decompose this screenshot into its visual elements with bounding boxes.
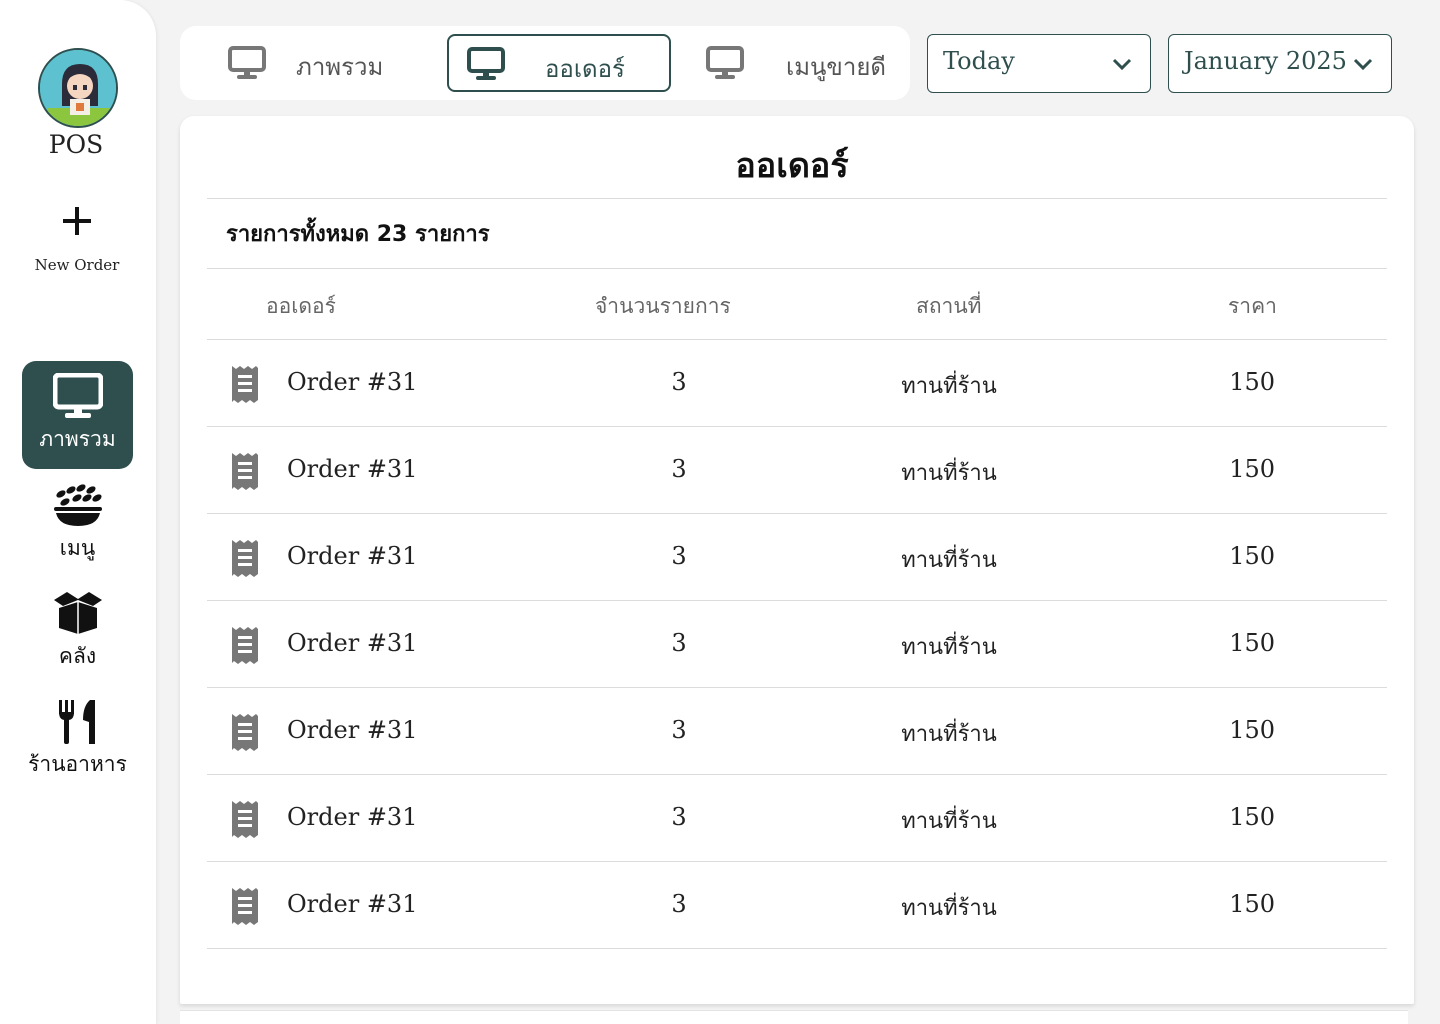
order-price: 150 [1229,803,1275,831]
range-select-value: Today [943,47,1015,75]
dining-place: ทานที่ร้าน [901,635,997,660]
divider [207,268,1387,269]
chevron-down-icon [1112,58,1132,71]
orders-card: ออเดอร์ รายการทั้งหมด 23 รายการ ออเดอร์ … [180,116,1414,1004]
brand-name: POS [48,130,104,159]
orders-summary: รายการทั้งหมด 23 รายการ [226,222,490,247]
sidebar-item-label: เมนู [59,536,96,560]
table-row[interactable]: Order #31 3 ทานที่ร้าน 150 [207,862,1387,949]
item-count: 3 [671,629,687,657]
tab-best-sellers[interactable]: เมนูขายดี [678,34,902,92]
dining-place: ทานที่ร้าน [901,809,997,834]
receipt-icon [232,801,258,838]
plus-icon [63,207,91,235]
item-count: 3 [671,455,687,483]
dining-place: ทานที่ร้าน [901,461,997,486]
column-header-order: ออเดอร์ [266,294,336,318]
food-bowl-icon [54,484,102,526]
item-count: 3 [671,368,687,396]
sidebar-item-overview[interactable]: ภาพรวม [22,361,133,469]
order-id: Order #31 [287,890,418,918]
item-count: 3 [671,890,687,918]
sidebar-item-restaurant[interactable]: ร้านอาหาร [22,686,133,794]
month-select[interactable]: January 2025 [1168,34,1392,93]
sidebar-item-label: ภาพรวม [39,427,116,451]
receipt-icon [232,714,258,751]
table-row[interactable]: Order #31 3 ทานที่ร้าน 150 [207,688,1387,775]
month-select-value: January 2025 [1184,47,1347,75]
sidebar-item-menu[interactable]: เมนู [22,470,133,578]
column-header-place: สถานที่ [916,294,982,318]
top-tab-bar: ภาพรวม ออเดอร์ เมนูขายดี [180,26,910,100]
utensils-icon [59,700,95,744]
order-price: 150 [1229,716,1275,744]
chevron-down-icon [1353,58,1373,71]
table-row[interactable]: Order #31 3 ทานที่ร้าน 150 [207,775,1387,862]
sidebar-item-label: ร้านอาหาร [28,752,127,776]
item-count: 3 [671,803,687,831]
range-select[interactable]: Today [927,34,1151,93]
order-id: Order #31 [287,803,418,831]
receipt-icon [232,366,258,403]
item-count: 3 [671,542,687,570]
monitor-icon [53,373,103,418]
receipt-icon [232,888,258,925]
column-header-qty: จำนวนรายการ [595,294,731,318]
monitor-icon [228,46,266,79]
monitor-icon [467,47,505,80]
new-order-label: New Order [34,256,120,274]
tab-orders[interactable]: ออเดอร์ [447,34,671,92]
column-header-price: ราคา [1228,294,1277,318]
order-id: Order #31 [287,368,418,396]
table-row[interactable]: Order #31 3 ทานที่ร้าน 150 [207,601,1387,688]
secondary-card-edge [180,1010,1408,1024]
receipt-icon [232,540,258,577]
avatar[interactable] [38,48,118,128]
order-price: 150 [1229,890,1275,918]
item-count: 3 [671,716,687,744]
sidebar: POS New Order ภาพรวม เมนู คลัง ร้านอาหาร [0,0,156,1024]
new-order-button[interactable]: New Order [22,200,132,290]
tab-label: เมนูขายดี [786,53,886,81]
divider [207,198,1387,199]
order-price: 150 [1229,455,1275,483]
dining-place: ทานที่ร้าน [901,896,997,921]
table-row[interactable]: Order #31 3 ทานที่ร้าน 150 [207,340,1387,427]
order-price: 150 [1229,629,1275,657]
table-row[interactable]: Order #31 3 ทานที่ร้าน 150 [207,427,1387,514]
dining-place: ทานที่ร้าน [901,722,997,747]
dining-place: ทานที่ร้าน [901,374,997,399]
tab-label: ออเดอร์ [545,55,625,83]
dining-place: ทานที่ร้าน [901,548,997,573]
order-id: Order #31 [287,716,418,744]
sidebar-item-label: คลัง [58,644,97,668]
tab-overview[interactable]: ภาพรวม [200,34,424,92]
sidebar-item-inventory[interactable]: คลัง [22,578,133,686]
tab-label: ภาพรวม [296,53,384,81]
box-icon [54,592,102,634]
receipt-icon [232,627,258,664]
order-id: Order #31 [287,542,418,570]
order-price: 150 [1229,368,1275,396]
row-divider [207,948,1387,949]
order-price: 150 [1229,542,1275,570]
order-id: Order #31 [287,455,418,483]
monitor-icon [706,46,744,79]
card-title: ออเดอร์ [735,146,849,186]
order-id: Order #31 [287,629,418,657]
table-row[interactable]: Order #31 3 ทานที่ร้าน 150 [207,514,1387,601]
receipt-icon [232,453,258,490]
